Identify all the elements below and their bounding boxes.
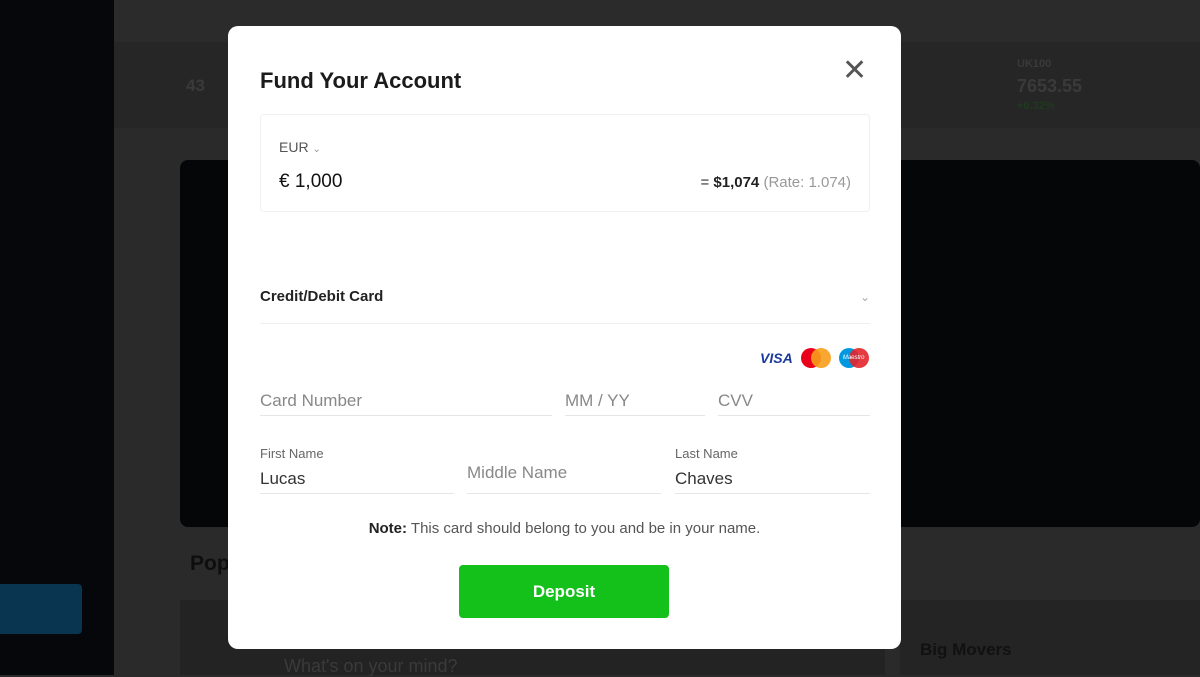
expiry-field[interactable] bbox=[565, 376, 705, 416]
first-name-input[interactable] bbox=[260, 469, 454, 489]
sidebar bbox=[0, 0, 114, 675]
close-icon[interactable]: ✕ bbox=[842, 56, 867, 86]
feed-placeholder: What's on your mind? bbox=[284, 656, 458, 676]
currency-select[interactable]: EUR ⌄ bbox=[279, 139, 321, 155]
big-movers-title: Big Movers bbox=[920, 640, 1012, 659]
equals: = bbox=[700, 174, 714, 191]
note-text: This card should belong to you and be in… bbox=[407, 520, 761, 537]
mastercard-logo bbox=[800, 348, 831, 368]
card-number-input[interactable] bbox=[260, 391, 552, 411]
converted-amount: $1,074 bbox=[713, 174, 760, 191]
middle-name-input[interactable] bbox=[467, 463, 661, 483]
modal-title: Fund Your Account bbox=[260, 68, 462, 93]
currency-label: EUR bbox=[279, 139, 309, 155]
maestro-logo: Maestro bbox=[838, 348, 869, 368]
big-movers-panel: Big Movers bbox=[900, 600, 1200, 675]
payment-method-label: Credit/Debit Card bbox=[260, 288, 384, 305]
note-label: Note: bbox=[368, 520, 408, 537]
rate: (Rate: 1.074) bbox=[763, 174, 851, 191]
section-title: Pop bbox=[190, 552, 230, 575]
ticker-value: 43 bbox=[186, 76, 205, 95]
deposit-button[interactable]: Deposit bbox=[459, 565, 669, 618]
payment-method-select[interactable]: Credit/Debit Card ⌄ bbox=[260, 288, 870, 324]
ticker-value: 7653.55 bbox=[1017, 76, 1083, 96]
last-name-label: Last Name bbox=[675, 446, 738, 461]
card-number-field[interactable] bbox=[260, 376, 552, 416]
chevron-down-icon: ⌄ bbox=[312, 144, 321, 155]
card-brands: VISA Maestro bbox=[760, 348, 869, 368]
last-name-input[interactable] bbox=[675, 469, 870, 489]
chevron-down-icon: ⌄ bbox=[859, 290, 870, 304]
ticker-symbol: UK100 bbox=[1017, 58, 1052, 70]
ticker-change: +0.32% bbox=[1017, 100, 1055, 112]
conversion: = $1,074 (Rate: 1.074) bbox=[700, 174, 851, 191]
card-note: Note: This card should belong to you and… bbox=[228, 520, 901, 537]
amount-box: EUR ⌄ € 1,000 = $1,074 (Rate: 1.074) bbox=[260, 114, 870, 212]
sidebar-button[interactable] bbox=[0, 584, 82, 634]
fund-account-modal: Fund Your Account ✕ EUR ⌄ € 1,000 = $1,0… bbox=[228, 26, 901, 649]
middle-name-field[interactable] bbox=[467, 446, 661, 494]
visa-logo: VISA bbox=[760, 350, 793, 366]
amount-input[interactable]: € 1,000 bbox=[279, 171, 342, 193]
expiry-input[interactable] bbox=[565, 391, 705, 411]
last-name-field[interactable]: Last Name bbox=[675, 446, 870, 494]
cvv-field[interactable] bbox=[718, 376, 870, 416]
first-name-label: First Name bbox=[260, 446, 324, 461]
cvv-input[interactable] bbox=[718, 391, 870, 411]
maestro-logo-text: Maestro bbox=[842, 355, 865, 361]
first-name-field[interactable]: First Name bbox=[260, 446, 454, 494]
